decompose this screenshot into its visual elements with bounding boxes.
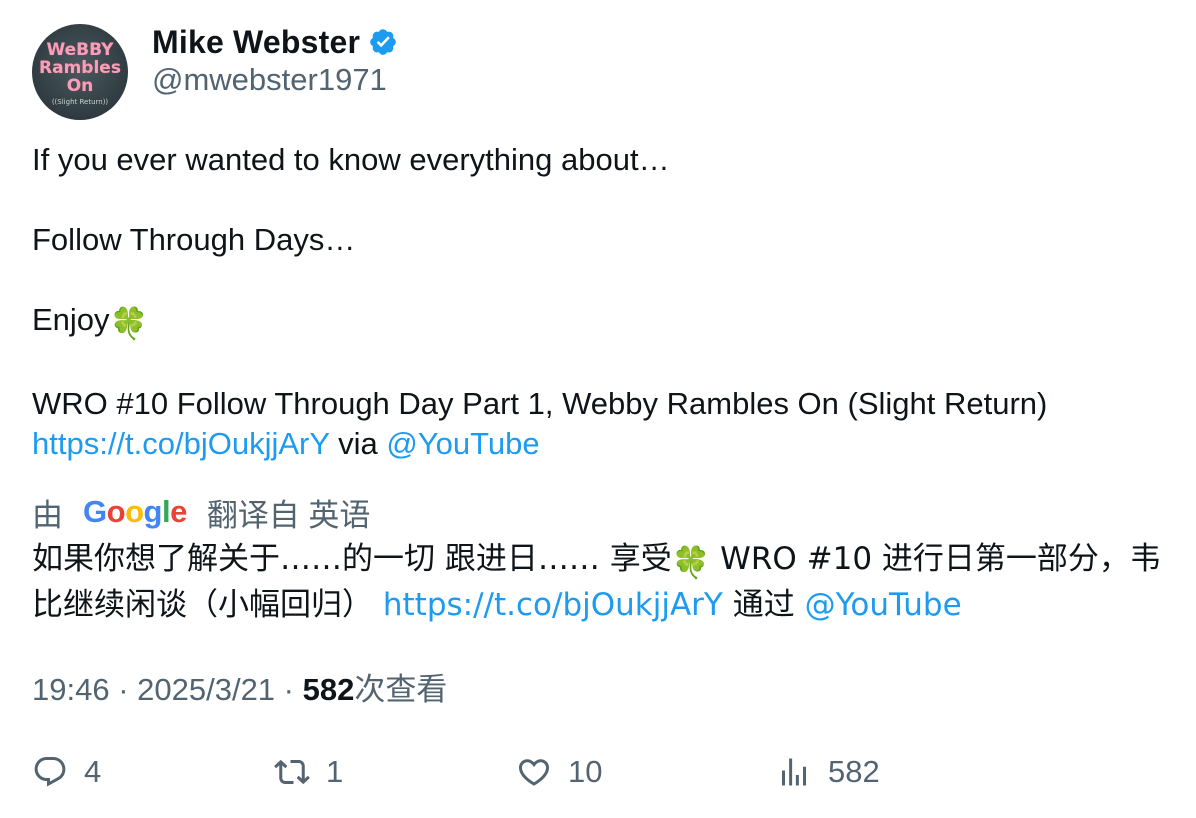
translated-text: 如果你想了解关于……的一切 跟进日…… 享受🍀 WRO #10 进行日第一部分，… [32, 538, 1164, 626]
meta-separator: · [109, 672, 138, 707]
translated-mention-link[interactable]: @YouTube [805, 587, 962, 623]
tweet-date[interactable]: 2025/3/21 [137, 672, 275, 707]
four-leaf-clover-icon: 🍀 [109, 306, 149, 341]
avatar-text-line: Rambles [39, 58, 121, 78]
display-name-row: Mike Webster [152, 24, 398, 60]
display-name[interactable]: Mike Webster [152, 24, 360, 61]
like-button[interactable]: 10 [516, 752, 602, 792]
avatar[interactable]: WeBBY Rambles On ((Slight Return)) [32, 24, 128, 120]
like-icon [518, 759, 550, 786]
views-label: 次查看 [354, 672, 448, 707]
retweet-count: 1 [326, 754, 344, 789]
verified-badge-icon [370, 29, 396, 55]
meta-separator: · [275, 672, 303, 707]
enjoy-text: Enjoy [32, 302, 110, 337]
reply-icon [34, 757, 66, 787]
translation-attribution: 由 Google 翻译自 英语 [32, 490, 1164, 534]
avatar-text-line: ((Slight Return)) [51, 98, 109, 106]
translated-text-part: 如果你想了解关于……的一切 跟进日…… 享受 [32, 541, 672, 577]
tweet-line: If you ever wanted to know everything ab… [32, 142, 670, 177]
tweet-link-line: https://t.co/bjOukjjArY via @YouTube [32, 424, 1164, 464]
tweet: WeBBY Rambles On ((Slight Return)) Mike … [32, 24, 1164, 710]
handle[interactable]: @mwebster1971 [152, 62, 398, 98]
avatar-text-line: WeBBY [46, 40, 114, 60]
tweet-line: WRO #10 Follow Through Day Part 1, Webby… [32, 386, 1048, 421]
tweet-header: WeBBY Rambles On ((Slight Return)) Mike … [32, 24, 1164, 120]
four-leaf-clover-icon: 🍀 [671, 545, 711, 581]
tweet-link[interactable]: https://t.co/bjOukjjArY [32, 426, 330, 461]
tweet-line-enjoy: Enjoy🍀 [32, 300, 1164, 344]
views-button[interactable]: 582 [776, 752, 880, 792]
via-text: via [329, 426, 387, 461]
retweet-icon [274, 759, 310, 785]
reply-button[interactable]: 4 [32, 752, 101, 792]
tweet-body: If you ever wanted to know everything ab… [32, 140, 1164, 464]
avatar-text-line: On [66, 76, 94, 96]
tweet-time[interactable]: 19:46 [32, 672, 110, 707]
tweet-meta: 19:46 · 2025/3/21 · 582次查看 [32, 670, 1164, 710]
reply-count: 4 [84, 754, 102, 789]
views-count: 582 [302, 672, 355, 707]
mention-link[interactable]: @YouTube [386, 426, 539, 461]
tweet-line: Follow Through Days… [32, 222, 356, 257]
retweet-button[interactable]: 1 [274, 752, 343, 792]
action-bar: 4 1 10 582 [32, 752, 1164, 792]
translated-by-prefix: 由 [32, 497, 63, 533]
views-icon [782, 758, 806, 786]
author-info: Mike Webster @mwebster1971 [152, 24, 398, 98]
like-count: 10 [568, 754, 603, 789]
translated-link[interactable]: https://t.co/bjOukjjArY [383, 587, 723, 623]
translated-from-label[interactable]: 翻译自 英语 [207, 490, 371, 535]
views-action-count: 582 [828, 754, 880, 789]
translated-via-text: 通过 [722, 587, 805, 623]
google-logo[interactable]: Google [83, 494, 187, 530]
